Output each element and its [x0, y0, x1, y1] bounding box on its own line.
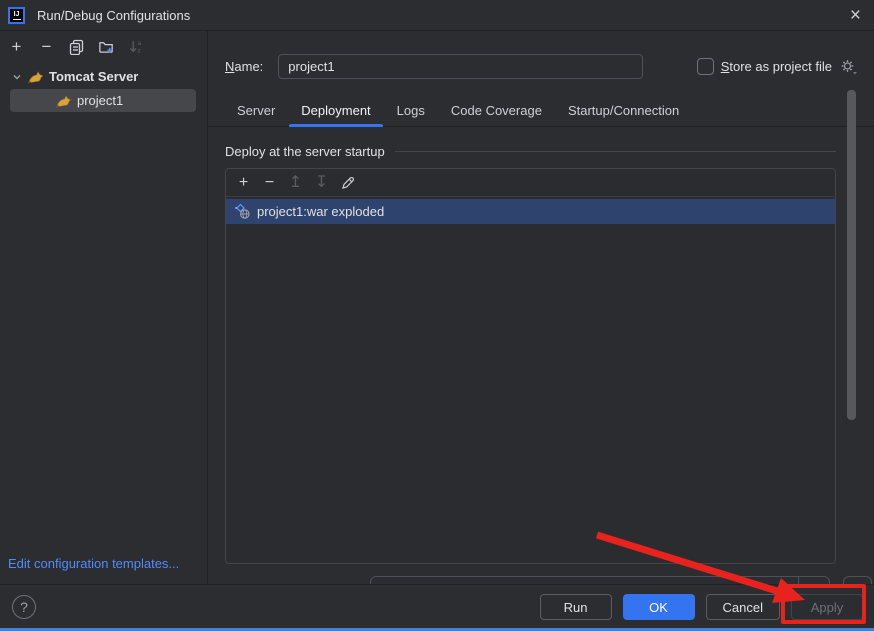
configuration-editor: Name: Store as project file — [208, 31, 874, 584]
artifact-row-project1-war-exploded[interactable]: project1:war exploded — [226, 199, 835, 224]
deploy-artifacts-panel: + − ↥ ↧ — [225, 168, 836, 564]
sort-configurations-icon[interactable]: a z — [128, 38, 145, 55]
copy-configuration-icon[interactable] — [68, 38, 85, 55]
deploy-toolbar: + − ↥ ↧ — [226, 169, 835, 197]
store-settings-gear-icon[interactable] — [839, 58, 858, 75]
add-artifact-icon[interactable]: + — [235, 174, 252, 191]
tree-group-label: Tomcat Server — [49, 69, 138, 84]
remove-configuration-icon[interactable]: − — [38, 38, 55, 55]
configuration-tabs: Server Deployment Logs Code Coverage Sta… — [208, 95, 874, 127]
tab-server[interactable]: Server — [225, 95, 287, 126]
titlebar: IJ Run/Debug Configurations × — [0, 0, 874, 31]
tomcat-icon — [28, 69, 44, 85]
tab-startup-connection[interactable]: Startup/Connection — [556, 95, 691, 126]
configurations-sidebar: + − — [0, 31, 208, 584]
artifact-row-label: project1:war exploded — [257, 204, 384, 219]
tree-item-project1[interactable]: project1 — [10, 89, 196, 112]
add-configuration-icon[interactable]: + — [8, 38, 25, 55]
remove-artifact-icon[interactable]: − — [261, 174, 278, 191]
move-down-icon[interactable]: ↧ — [313, 174, 330, 191]
svg-text:a: a — [137, 40, 141, 47]
edit-artifact-icon[interactable] — [339, 174, 356, 191]
intellij-logo-icon: IJ — [8, 7, 25, 24]
run-debug-configurations-dialog: IJ Run/Debug Configurations × + − — [0, 0, 874, 631]
svg-text:z: z — [137, 48, 140, 55]
chevron-down-icon[interactable] — [11, 71, 23, 83]
dialog-footer: ? Run OK Cancel Apply — [0, 584, 874, 628]
configurations-tree: Tomcat Server project1 — [0, 62, 207, 112]
cancel-button[interactable]: Cancel — [706, 594, 780, 620]
tree-item-label: project1 — [77, 93, 123, 108]
new-folder-icon[interactable] — [98, 38, 115, 55]
section-separator-line — [395, 151, 836, 152]
sidebar-toolbar: + − — [0, 31, 207, 62]
tab-logs[interactable]: Logs — [385, 95, 437, 126]
edit-configuration-templates-link[interactable]: Edit configuration templates... — [8, 556, 179, 571]
deploy-list-empty-area[interactable] — [226, 224, 835, 563]
tomcat-icon — [56, 93, 72, 109]
deploy-section-header: Deploy at the server startup — [225, 144, 836, 159]
close-icon[interactable]: × — [847, 6, 864, 25]
help-button[interactable]: ? — [12, 595, 36, 619]
store-as-project-file-checkbox[interactable] — [697, 58, 714, 75]
store-as-project-file-option[interactable]: Store as project file — [697, 58, 858, 75]
ok-button[interactable]: OK — [623, 594, 695, 620]
name-label: Name: — [225, 59, 263, 74]
dialog-title: Run/Debug Configurations — [37, 8, 190, 23]
war-exploded-artifact-icon — [234, 203, 251, 220]
vertical-scrollbar-thumb[interactable] — [847, 90, 856, 420]
run-button[interactable]: Run — [540, 594, 612, 620]
apply-button[interactable]: Apply — [791, 594, 863, 620]
move-up-icon[interactable]: ↥ — [287, 174, 304, 191]
deploy-section-title: Deploy at the server startup — [225, 144, 385, 159]
tree-group-tomcat-server[interactable]: Tomcat Server — [0, 65, 207, 88]
help-icon: ? — [20, 599, 28, 615]
logo-text: IJ — [14, 11, 20, 18]
name-input[interactable] — [278, 54, 643, 79]
tab-deployment[interactable]: Deployment — [289, 95, 382, 126]
tab-code-coverage[interactable]: Code Coverage — [439, 95, 554, 126]
store-as-project-file-label: Store as project file — [721, 59, 832, 74]
